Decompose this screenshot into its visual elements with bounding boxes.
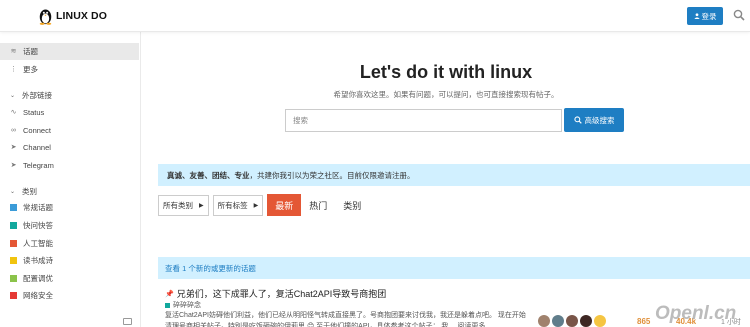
sidebar-section-categories[interactable]: ⌄ 类别 (10, 186, 37, 197)
sidebar: ≋ 话题 ⋮ 更多 ⌄ 外部链接 ∿ Status ∞ Connect ➤ Ch… (0, 32, 141, 327)
avatar[interactable] (594, 315, 606, 327)
sidebar-section-links[interactable]: ⌄ 外部链接 (10, 90, 52, 101)
sidebar-category-item[interactable]: 人工智能 (0, 235, 139, 252)
penguin-logo-icon (39, 9, 52, 25)
caret-right-icon: ▶ (199, 202, 204, 209)
category-color-square (10, 275, 17, 282)
link-icon: ∞ (11, 127, 16, 134)
sidebar-item-connect[interactable]: ∞ Connect (0, 122, 139, 139)
tab-top[interactable]: 热门 (301, 194, 335, 216)
banner-text: ，共建你我引以为荣之社区。目前仅限邀请注册。 (249, 170, 415, 180)
sidebar-item-label: 快问快答 (23, 221, 53, 230)
search-icon (573, 116, 582, 124)
dropdown-label: 所有类别 (163, 200, 193, 210)
pin-icon: 📌 (165, 290, 174, 298)
more-vertical-icon: ⋮ (10, 66, 17, 73)
section-label: 外部链接 (22, 91, 53, 100)
poster-avatars (538, 315, 608, 327)
user-icon (693, 13, 700, 19)
top-header: LINUX DO 登录 (0, 0, 750, 32)
site-logo[interactable]: LINUX DO (37, 6, 107, 26)
topic-excerpt: 复活Chat2API妨碍他们利益，他们已经从明阳怪气转成直接黑了。号商抱团要来讨… (165, 312, 526, 327)
sidebar-item-label: 读书成诗 (23, 256, 53, 265)
hero-title: Let's do it with linux (359, 62, 533, 82)
login-button[interactable]: 登录 (687, 7, 723, 25)
category-color-square (10, 240, 17, 247)
advanced-search-button[interactable]: 高级搜索 (564, 108, 624, 132)
tab-latest[interactable]: 最新 (267, 194, 302, 216)
main-content: Let's do it with linux 希望你喜欢这里。如果有问题，可以提… (142, 32, 750, 327)
sidebar-item-telegram[interactable]: ➤ Telegram (0, 157, 139, 174)
sidebar-item-more[interactable]: ⋮ 更多 (0, 61, 139, 78)
sidebar-item-label: 人工智能 (23, 239, 53, 248)
topic-title[interactable]: 兄弟们，这下成罪人了，复活Chat2API导致号商抱团 (177, 287, 387, 300)
avatar[interactable] (566, 315, 578, 327)
avatar[interactable] (580, 315, 592, 327)
welcome-banner: 真诚、友善、团结、专业 ，共建你我引以为荣之社区。目前仅限邀请注册。 (158, 164, 750, 186)
topic-category-label: 碎碎碎念 (173, 302, 201, 309)
tag-dropdown[interactable]: 所有标签 ▶ (212, 194, 264, 216)
sidebar-item-label: 配置调优 (23, 274, 53, 283)
topic-replies: 865 (637, 317, 651, 326)
topic-title-row[interactable]: 📌 兄弟们，这下成罪人了，复活Chat2API导致号商抱团 (165, 287, 386, 300)
category-dropdown[interactable]: 所有类别 ▶ (158, 194, 209, 216)
search-placeholder: 搜索 (293, 116, 308, 125)
category-color-square (10, 257, 17, 264)
sidebar-item-label: Telegram (23, 161, 54, 170)
sidebar-item-label: 常规话题 (23, 203, 53, 212)
telegram-icon: ➤ (10, 162, 17, 169)
chevron-down-icon: ⌄ (10, 93, 16, 99)
sidebar-category-item[interactable]: 快问快答 (0, 217, 139, 234)
topic-category[interactable]: 碎碎碎念 (165, 300, 201, 310)
category-color-square (10, 204, 17, 211)
sidebar-category-item[interactable]: 常规话题 (0, 199, 139, 216)
login-label: 登录 (701, 11, 717, 21)
sidebar-item-label: Connect (23, 126, 51, 135)
chevron-down-icon: ⌄ (10, 189, 16, 195)
layers-icon: ≋ (10, 48, 17, 55)
hero-subtitle: 希望你喜欢这里。如果有问题，可以提问，也可直接搜索现有帖子。 (333, 90, 559, 99)
sidebar-item-label: Channel (23, 143, 51, 152)
category-color-square (165, 302, 170, 308)
sidebar-item-label: Status (23, 108, 45, 117)
avatar[interactable] (538, 315, 550, 327)
logo-text: LINUX DO (56, 10, 107, 22)
search-input[interactable]: 搜索 (285, 109, 562, 132)
sidebar-item-label: 更多 (23, 65, 38, 74)
tab-categories[interactable]: 类别 (335, 194, 369, 216)
sidebar-item-status[interactable]: ∿ Status (0, 104, 139, 121)
search-icon[interactable] (733, 9, 745, 21)
advanced-search-label: 高级搜索 (584, 115, 615, 125)
dropdown-label: 所有标签 (217, 200, 248, 210)
sidebar-item-topics[interactable]: ≋ 话题 (0, 43, 139, 60)
banner-bold-text: 真诚、友善、团结、专业 (167, 170, 250, 180)
topic-filters: 所有类别 ▶ 所有标签 ▶ 最新 热门 类别 (158, 194, 369, 216)
sidebar-item-label: 网络安全 (23, 291, 53, 300)
keyboard-icon[interactable] (123, 318, 132, 325)
sidebar-category-item[interactable]: 读书成诗 (0, 252, 139, 269)
category-color-square (10, 222, 17, 229)
sidebar-category-item[interactable]: 配置调优 (0, 270, 139, 287)
new-topics-alert[interactable]: 查看 1 个新的或更新的话题 (158, 257, 750, 279)
sidebar-item-channel[interactable]: ➤ Channel (0, 139, 139, 156)
paper-plane-icon: ➤ (10, 144, 17, 151)
heartbeat-icon: ∿ (10, 109, 17, 116)
avatar[interactable] (552, 315, 564, 327)
category-color-square (10, 292, 17, 299)
caret-right-icon: ▶ (253, 202, 259, 209)
sidebar-category-item[interactable]: 网络安全 (0, 287, 139, 304)
section-label: 类别 (22, 187, 38, 196)
sidebar-item-label: 话题 (23, 47, 38, 56)
watermark: Openl.cn (655, 303, 737, 324)
